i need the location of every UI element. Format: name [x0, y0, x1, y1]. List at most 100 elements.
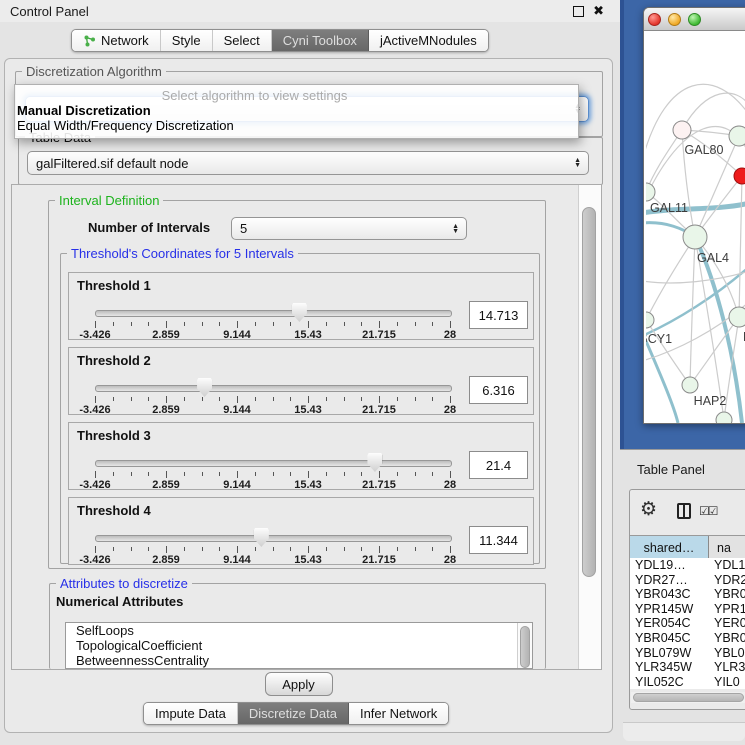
attribute-item-topologicalcoefficient[interactable]: TopologicalCoefficient: [66, 638, 532, 653]
main-scrollbar[interactable]: [578, 185, 601, 669]
attributes-scrollbar[interactable]: [517, 623, 532, 668]
axis-tick-label: 15.43: [294, 554, 322, 566]
axis-tick-label: 15.43: [294, 479, 322, 491]
table-data-group: Table Data galFiltered.sif default node …: [18, 137, 603, 185]
slider-handle[interactable]: [367, 453, 382, 472]
table-row[interactable]: YLR345WYLR3: [630, 660, 745, 675]
minimize-traffic-light[interactable]: [668, 13, 681, 26]
gear-icon[interactable]: ⚙: [640, 500, 657, 519]
attribute-item-selfloops[interactable]: SelfLoops: [66, 623, 532, 638]
network-node[interactable]: [682, 377, 698, 393]
cell-name: YBR0: [708, 587, 745, 602]
network-view-window[interactable]: GAL80GALCGAL11GAL4GCY1HHAP2: [643, 7, 745, 424]
network-node[interactable]: [729, 126, 745, 146]
attributes-scrollbar-thumb[interactable]: [520, 626, 530, 668]
network-node[interactable]: [683, 225, 707, 249]
cell-name: YBR0: [708, 631, 745, 646]
settings-scrollpane: Interval Definition Number of Intervals …: [11, 184, 602, 670]
close-icon[interactable]: ✖: [593, 4, 604, 17]
threshold-slider-2[interactable]: -3.4262.8599.14415.4321.71528: [95, 382, 450, 412]
slider-handle[interactable]: [292, 303, 307, 322]
table-data-combobox[interactable]: galFiltered.sif default node ▲▼: [27, 151, 589, 175]
network-edge: [739, 176, 742, 317]
attribute-item-betweennesscentrality[interactable]: BetweennessCentrality: [66, 653, 532, 668]
network-node[interactable]: [646, 312, 654, 328]
threshold-value-field-2[interactable]: 6.316: [469, 376, 528, 404]
column-header-shared-name[interactable]: shared…: [630, 536, 709, 559]
axis-tick-label: 28: [444, 479, 456, 491]
threshold-value-field-4[interactable]: 11.344: [469, 526, 528, 554]
top-tab-bar: NetworkStyle Select Cyni ToolboxjActiveMNo…: [71, 29, 489, 52]
tab-impute-data[interactable]: Impute Data: [144, 703, 238, 724]
threshold-value-field-3[interactable]: 21.4: [469, 451, 528, 479]
cell-shared-name: YBR043C: [630, 587, 708, 602]
cell-shared-name: YDL19…: [630, 558, 708, 573]
tab-cyni-toolbox[interactable]: Cyni Toolbox: [272, 30, 369, 51]
table-hscrollbar-thumb[interactable]: [633, 693, 744, 702]
network-canvas[interactable]: GAL80GALCGAL11GAL4GCY1HHAP2: [646, 31, 745, 423]
tab-style[interactable]: Style: [161, 30, 213, 51]
float-window-icon[interactable]: [573, 6, 584, 17]
slider-axis-labels: -3.4262.8599.14415.4321.71528: [95, 404, 450, 416]
table-row[interactable]: YPR145WYPR1: [630, 602, 745, 617]
dropdown-item-equal-width-frequency-discretization[interactable]: Equal Width/Frequency Discretization: [15, 118, 578, 133]
slider-handle[interactable]: [197, 378, 212, 397]
columns-icon[interactable]: [677, 503, 691, 519]
slider-ticks: [95, 321, 450, 328]
table-panel: Table Panel ⚙ ☑☑ shared… na YDL19…YDL1YD…: [620, 449, 745, 745]
axis-tick-label: -3.426: [79, 329, 110, 341]
table-row[interactable]: YBR043CYBR0: [630, 587, 745, 602]
network-node[interactable]: [673, 121, 691, 139]
table-row[interactable]: YDR27…YDR2: [630, 573, 745, 588]
network-node[interactable]: [716, 412, 732, 423]
tab-discretize-data[interactable]: Discretize Data: [238, 703, 349, 724]
slider-ticks: [95, 546, 450, 553]
slider-track[interactable]: [95, 385, 452, 392]
table-row[interactable]: YBR045CYBR0: [630, 631, 745, 646]
table-row[interactable]: YDL19…YDL1: [630, 558, 745, 573]
network-node[interactable]: [734, 168, 745, 184]
tab-select[interactable]: Select: [213, 30, 272, 51]
tab-jactivemnodules[interactable]: jActiveMNodules: [369, 30, 488, 51]
column-header-name[interactable]: na: [709, 536, 745, 559]
table-hscrollbar[interactable]: [631, 692, 745, 703]
cell-name: YDL1: [708, 558, 745, 573]
close-traffic-light[interactable]: [648, 13, 661, 26]
network-window-titlebar[interactable]: [644, 8, 745, 31]
main-scrollbar-thumb[interactable]: [582, 207, 596, 577]
tab-label: Select: [224, 33, 260, 48]
dropdown-item-manual-discretization[interactable]: Manual Discretization: [15, 103, 578, 118]
threshold-slider-3[interactable]: -3.4262.8599.14415.4321.71528: [95, 457, 450, 487]
table-row[interactable]: YIL052CYIL0: [630, 675, 745, 690]
axis-tick-label: 21.715: [362, 479, 396, 491]
network-edge: [646, 341, 678, 423]
slider-handle[interactable]: [254, 528, 269, 547]
threshold-value-field-1[interactable]: 14.713: [469, 301, 528, 329]
axis-tick-label: -3.426: [79, 479, 110, 491]
cell-shared-name: YDR27…: [630, 573, 708, 588]
zoom-traffic-light[interactable]: [688, 13, 701, 26]
num-intervals-label: Number of Intervals: [88, 220, 210, 235]
network-edge: [646, 320, 690, 385]
thresholds-group-title: Threshold's Coordinates for 5 Intervals: [67, 246, 298, 261]
attributes-group-title: Attributes to discretize: [56, 576, 192, 591]
axis-tick-label: 9.144: [223, 404, 251, 416]
threshold-slider-1[interactable]: -3.4262.8599.14415.4321.71528: [95, 307, 450, 337]
table-row[interactable]: YBL079WYBL0: [630, 646, 745, 661]
slider-track[interactable]: [95, 535, 452, 542]
table-row[interactable]: YER054CYER0: [630, 616, 745, 631]
threshold-slider-4[interactable]: -3.4262.8599.14415.4321.71528: [95, 532, 450, 562]
interval-definition-group: Interval Definition Number of Intervals …: [48, 200, 546, 569]
select-columns-checkboxes-icon[interactable]: ☑☑: [699, 504, 717, 518]
tab-infer-network[interactable]: Infer Network: [349, 703, 448, 724]
slider-track[interactable]: [95, 460, 452, 467]
num-intervals-combobox[interactable]: 5 ▲▼: [231, 217, 467, 240]
axis-tick-label: 28: [444, 329, 456, 341]
tab-network[interactable]: Network: [72, 30, 161, 51]
apply-button[interactable]: Apply: [265, 672, 333, 696]
axis-tick-label: 21.715: [362, 329, 396, 341]
slider-track[interactable]: [95, 310, 452, 317]
network-node[interactable]: [729, 307, 745, 327]
combo-arrows-icon: ▲▼: [452, 224, 459, 234]
threshold-label: Threshold 4: [77, 503, 151, 518]
